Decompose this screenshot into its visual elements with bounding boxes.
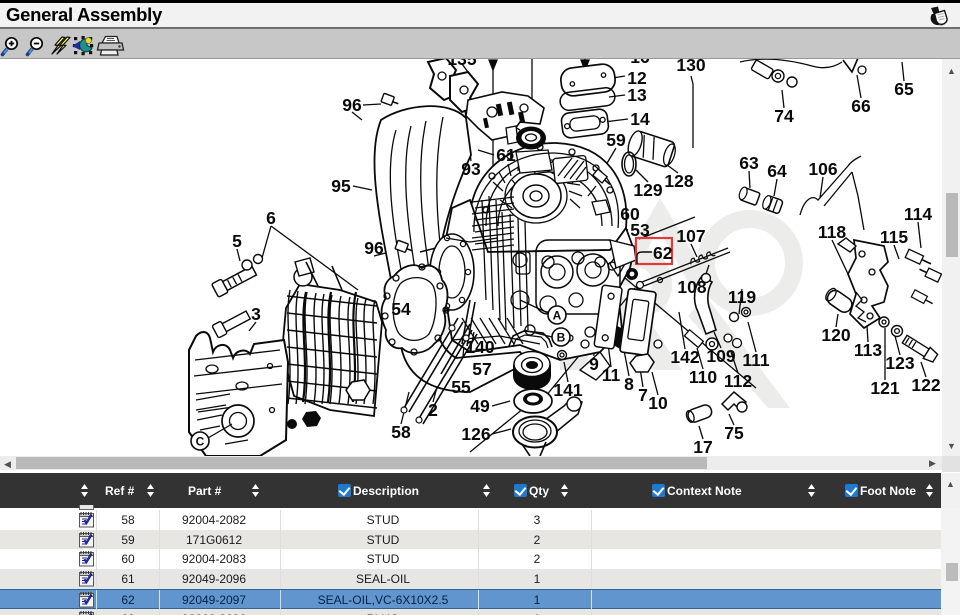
svg-text:5: 5 [232, 231, 242, 251]
svg-text:96: 96 [342, 95, 362, 115]
svg-text:65: 65 [894, 79, 914, 99]
svg-text:111: 111 [742, 350, 770, 370]
svg-text:58: 58 [391, 422, 411, 442]
svg-text:110: 110 [689, 367, 717, 387]
svg-text:62: 62 [653, 243, 673, 263]
svg-text:9: 9 [589, 354, 599, 374]
svg-text:59: 59 [606, 130, 626, 150]
svg-text:49: 49 [470, 396, 490, 416]
svg-text:6: 6 [266, 208, 276, 228]
svg-text:61: 61 [496, 145, 516, 165]
svg-text:140: 140 [465, 337, 494, 357]
svg-text:109: 109 [706, 346, 735, 366]
svg-text:8: 8 [624, 374, 634, 394]
svg-text:121: 121 [870, 378, 899, 398]
svg-text:122: 122 [911, 375, 940, 395]
svg-text:114: 114 [904, 204, 932, 224]
svg-text:129: 129 [633, 180, 662, 200]
svg-text:113: 113 [854, 340, 882, 360]
svg-text:64: 64 [767, 161, 787, 181]
svg-text:11: 11 [602, 365, 621, 385]
svg-text:119: 119 [728, 287, 756, 307]
svg-text:118: 118 [818, 222, 846, 242]
svg-text:112: 112 [724, 371, 752, 391]
svg-text:57: 57 [472, 359, 491, 379]
svg-text:17: 17 [693, 437, 712, 457]
svg-text:7: 7 [638, 385, 648, 405]
svg-text:66: 66 [851, 96, 871, 116]
svg-text:74: 74 [774, 106, 794, 126]
svg-text:107: 107 [676, 226, 705, 246]
svg-text:96: 96 [364, 238, 384, 258]
svg-text:108: 108 [677, 277, 706, 297]
svg-text:93: 93 [461, 159, 481, 179]
svg-text:B: B [557, 331, 566, 345]
svg-text:95: 95 [331, 176, 351, 196]
svg-text:141: 141 [553, 380, 582, 400]
svg-text:13: 13 [627, 85, 647, 105]
svg-text:75: 75 [724, 423, 744, 443]
svg-text:126: 126 [461, 424, 490, 444]
svg-text:2: 2 [428, 400, 438, 420]
svg-text:106: 106 [808, 159, 837, 179]
svg-text:123: 123 [885, 353, 914, 373]
svg-text:55: 55 [451, 377, 471, 397]
svg-text:63: 63 [739, 153, 759, 173]
svg-text:14: 14 [630, 109, 650, 129]
svg-text:120: 120 [821, 325, 850, 345]
svg-text:3: 3 [251, 304, 261, 324]
svg-text:142: 142 [670, 347, 699, 367]
svg-text:54: 54 [391, 299, 411, 319]
svg-text:10: 10 [648, 393, 668, 413]
svg-text:128: 128 [664, 171, 693, 191]
svg-text:115: 115 [880, 227, 908, 247]
svg-text:C: C [196, 435, 205, 449]
svg-text:A: A [553, 309, 562, 323]
